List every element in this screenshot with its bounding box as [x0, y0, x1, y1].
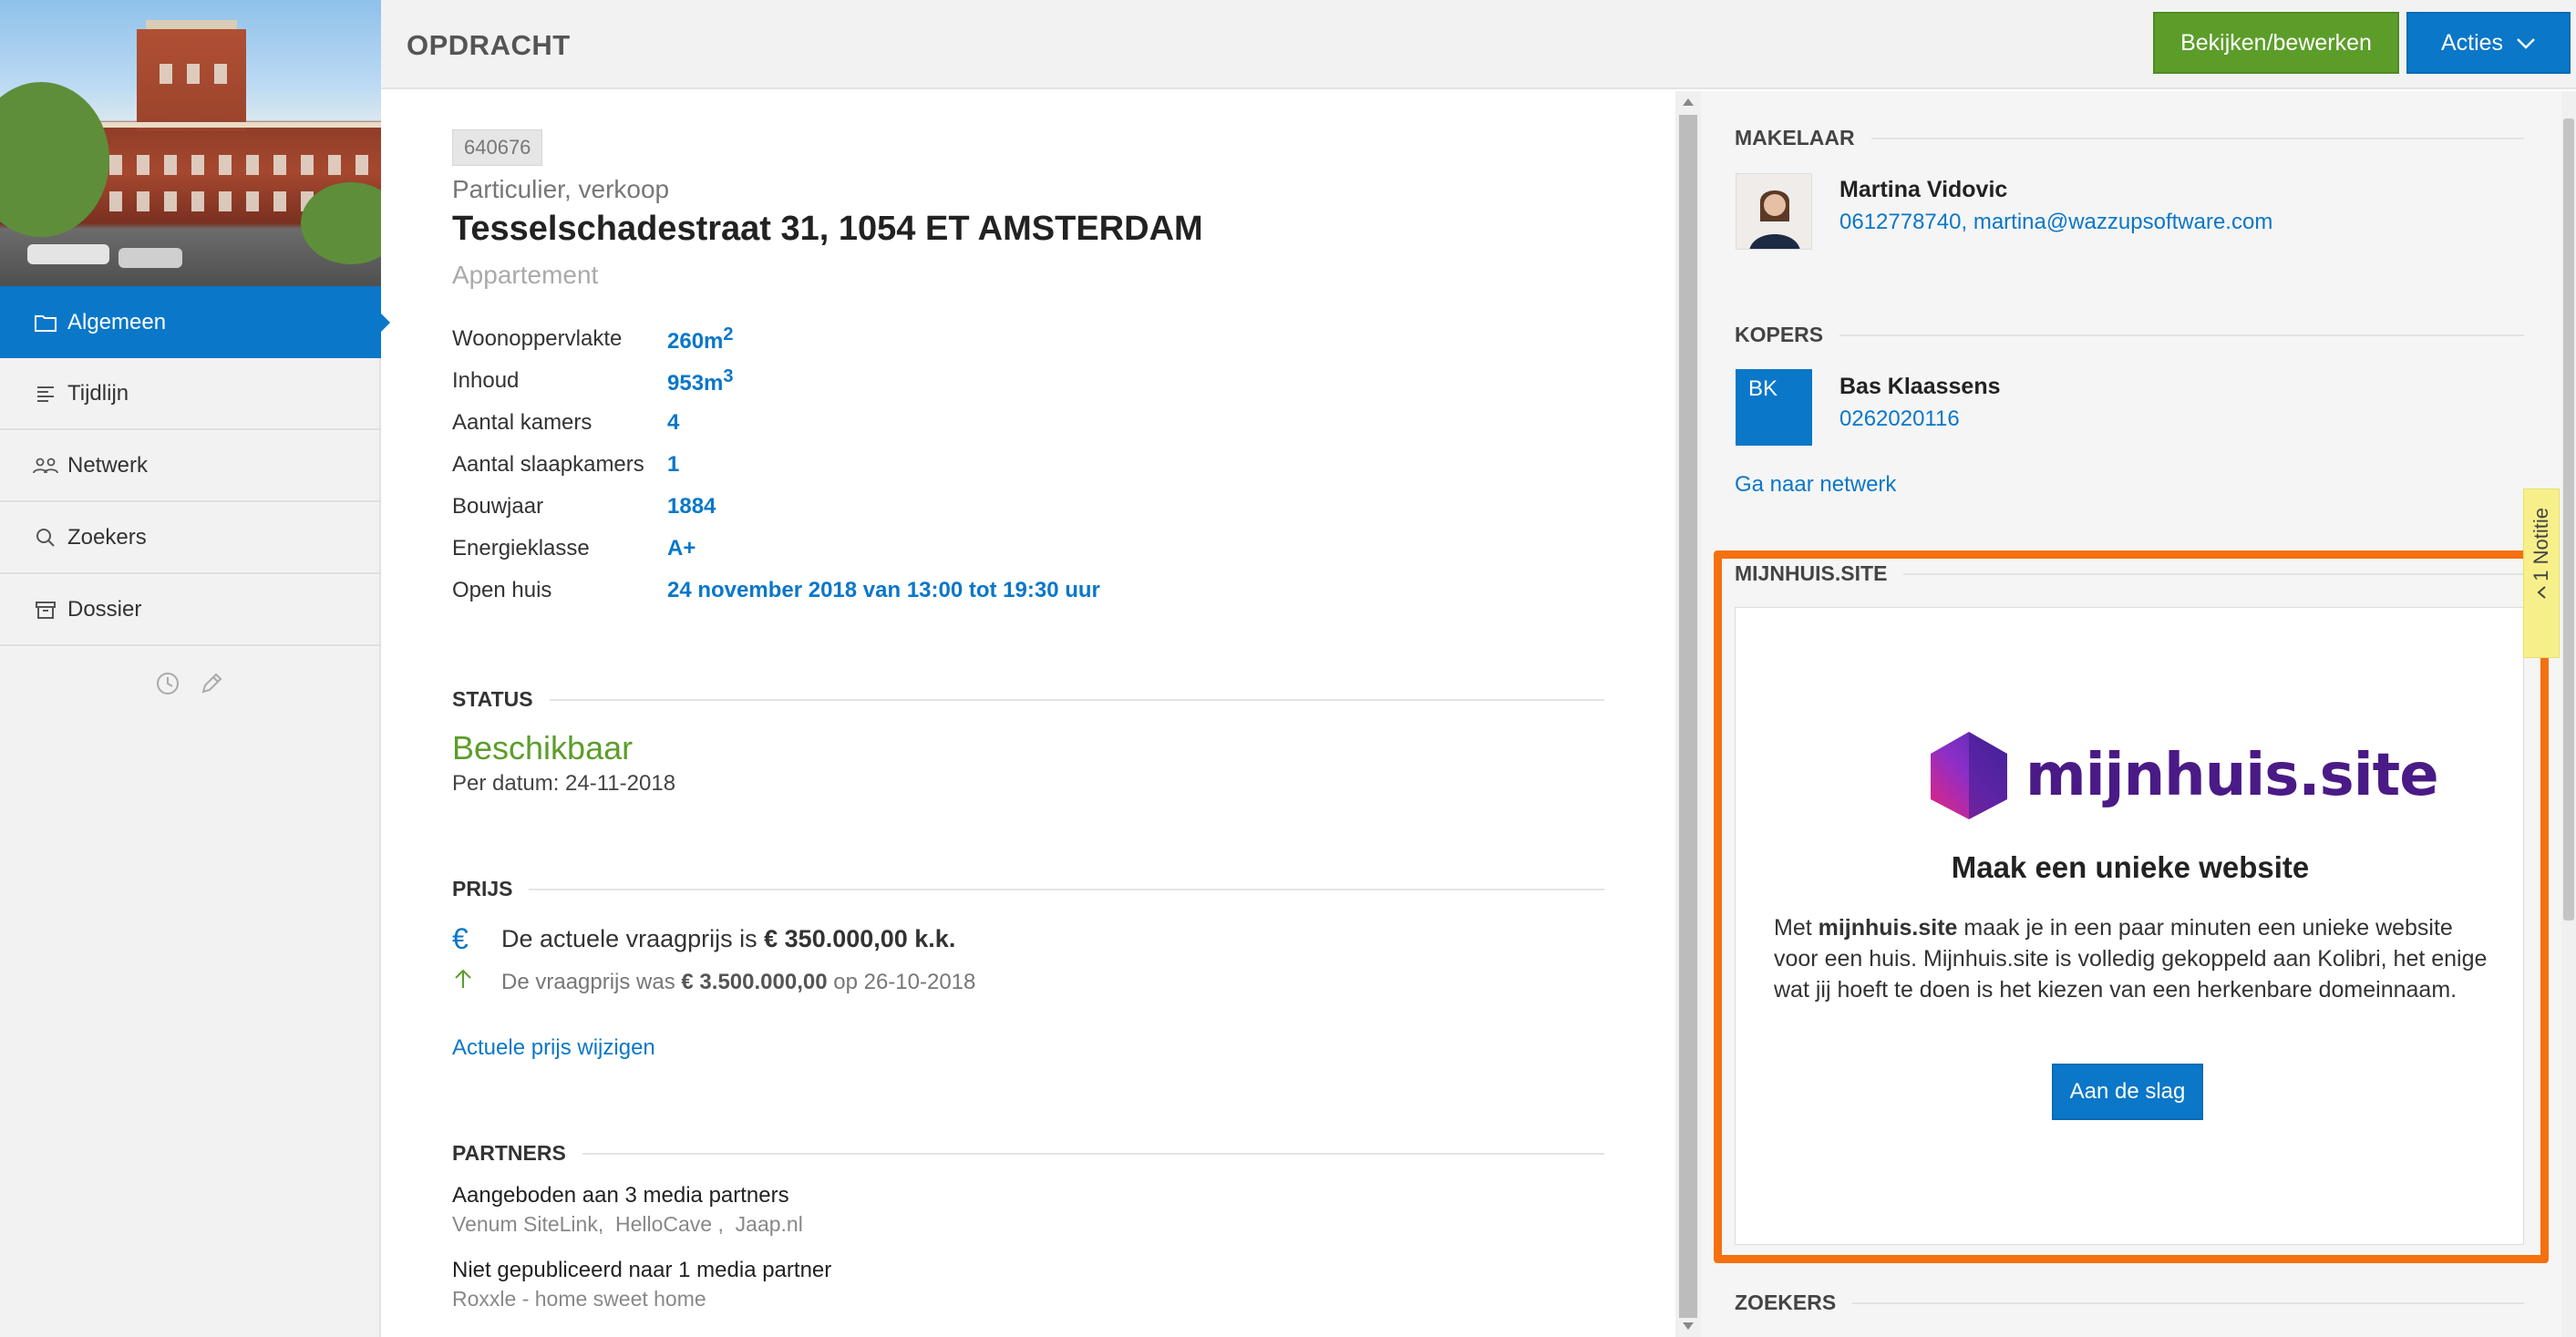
- property-row: Woonoppervlakte 260m2: [452, 321, 734, 357]
- property-label: Inhoud: [452, 368, 520, 393]
- buyer-phone-link[interactable]: 0262020116: [1839, 406, 1960, 432]
- agent-avatar: [1736, 173, 1812, 250]
- network-link[interactable]: Ga naar netwerk: [1735, 472, 1896, 498]
- status-value: Beschikbaar: [452, 729, 634, 766]
- mijnhuis-brand: mijnhuis.site: [2025, 742, 2439, 809]
- chevron-down-icon: [2516, 30, 2536, 57]
- property-label: Aantal slaapkamers: [452, 452, 644, 477]
- sidebar-item-label: Algemeen: [67, 309, 167, 334]
- property-label: Bouwjaar: [452, 494, 544, 519]
- sidebar-item-label: Netwerk: [67, 452, 149, 478]
- property-row: Open huis 24 november 2018 van 13:00 tot…: [452, 572, 1100, 609]
- chevron-left-icon: [2535, 585, 2548, 604]
- archive-icon: [33, 597, 58, 622]
- sidebar-tools: [155, 671, 224, 701]
- euro-icon: €: [452, 922, 469, 955]
- right-panel-scrollbar[interactable]: [2561, 91, 2576, 1337]
- status-date: Per datum: 24-11-2018: [452, 771, 676, 796]
- property-label: Open huis: [452, 578, 552, 602]
- arrow-up-icon: [452, 968, 501, 996]
- mijnhuis-logo: mijnhuis.site: [1927, 730, 2439, 821]
- partners-unpublished-title: Niet gepubliceerd naar 1 media partner: [452, 1258, 832, 1282]
- property-row: Aantal kamers 4: [452, 405, 679, 441]
- property-row: Bouwjaar 1884: [452, 489, 716, 525]
- property-value: 4: [667, 410, 680, 435]
- property-photo: [0, 0, 381, 286]
- property-value: 24 november 2018 van 13:00 tot 19:30 uur: [667, 578, 1100, 602]
- property-value: 1: [667, 452, 680, 477]
- sidebar-item-netwerk[interactable]: Netwerk: [0, 430, 381, 502]
- property-value: 260m2: [667, 324, 734, 354]
- price-heading: PRIJS: [452, 877, 1604, 901]
- property-label: Energieklasse: [452, 536, 590, 561]
- agent-heading: MAKELAAR: [1735, 126, 2524, 150]
- notice-tab[interactable]: 1 Notitie: [2523, 489, 2560, 658]
- people-icon: [33, 453, 58, 478]
- agent-phone-link[interactable]: 0612778740,: [1839, 210, 1967, 234]
- list-icon: [33, 381, 58, 406]
- buyers-heading: KOPERS: [1735, 323, 2524, 347]
- object-address: Tesselschadestraat 31, 1054 ET AMSTERDAM: [452, 210, 1203, 248]
- edit-icon[interactable]: [199, 671, 224, 701]
- actions-label: Acties: [2440, 29, 2504, 56]
- sidebar-item-tijdlijn[interactable]: Tijdlijn: [0, 358, 381, 430]
- current-price: € De actuele vraagprijs is € 350.000,00 …: [452, 922, 956, 955]
- main-scrollbar[interactable]: [1675, 91, 1701, 1337]
- partners-offered-list: Venum SiteLink, HelloCave , Jaap.nl: [452, 1212, 803, 1236]
- history-icon[interactable]: [155, 671, 180, 701]
- sidebar-item-label: Dossier: [67, 596, 142, 622]
- searchers-heading: ZOEKERS: [1735, 1291, 2524, 1315]
- mijnhuis-title: Maak een unieke website: [1951, 850, 2310, 884]
- property-value: A+: [667, 536, 696, 561]
- mijnhuis-heading: MIJNHUIS.SITE: [1735, 561, 2524, 586]
- sidebar-item-label: Zoekers: [67, 524, 147, 550]
- agent-name: Martina Vidovic: [1839, 177, 2008, 202]
- search-icon: [33, 525, 58, 550]
- buyer-avatar: BK: [1736, 369, 1812, 446]
- sidebar-item-algemeen[interactable]: Algemeen: [0, 286, 390, 358]
- sidebar: Algemeen Tijdlijn Netwerk Zoekers Dossie…: [0, 0, 390, 1337]
- property-row: Aantal slaapkamers 1: [452, 447, 679, 483]
- actions-dropdown-button[interactable]: Acties: [2406, 12, 2571, 74]
- main-content: 640676 Particulier, verkoop Tesselschade…: [383, 91, 1675, 1337]
- sidebar-item-dossier[interactable]: Dossier: [0, 574, 381, 646]
- edit-price-link[interactable]: Actuele prijs wijzigen: [452, 1035, 655, 1061]
- notice-tab-label: 1 Notitie: [2530, 508, 2552, 581]
- property-value: 953m3: [667, 365, 734, 396]
- object-id-badge: 640676: [452, 129, 543, 166]
- right-panel: MAKELAAR Martina Vidovic 0612778740, mar…: [1701, 91, 2561, 1337]
- mijnhuis-description: Met mijnhuis.site maak je in een paar mi…: [1774, 915, 2488, 1003]
- page-title: OPDRACHT: [407, 29, 571, 61]
- property-value: 1884: [667, 494, 716, 519]
- status-heading: STATUS: [452, 687, 1604, 712]
- agent-contact: 0612778740, martina@wazzupsoftware.com: [1839, 210, 2272, 235]
- folder-icon: [33, 310, 58, 335]
- mijnhuis-logo-icon: [1931, 732, 2007, 819]
- partners-heading: PARTNERS: [452, 1141, 1604, 1166]
- mijnhuis-promo-card: mijnhuis.site Maak een unieke website Me…: [1735, 607, 2524, 1245]
- page-header: OPDRACHT Bekijken/bewerken Acties: [381, 0, 2576, 89]
- sidebar-item-zoekers[interactable]: Zoekers: [0, 502, 381, 574]
- partners-unpublished-list: Roxxle - home sweet home: [452, 1287, 706, 1311]
- sidebar-item-label: Tijdlijn: [67, 380, 129, 406]
- agent-email-link[interactable]: martina@wazzupsoftware.com: [1973, 210, 2272, 234]
- property-label: Woonoppervlakte: [452, 326, 623, 351]
- property-label: Aantal kamers: [452, 410, 592, 435]
- buyer-name: Bas Klaassens: [1839, 374, 2001, 399]
- get-started-button[interactable]: Aan de slag: [2052, 1064, 2203, 1120]
- partners-offered-title: Aangeboden aan 3 media partners: [452, 1183, 789, 1208]
- view-edit-button[interactable]: Bekijken/bewerken: [2153, 12, 2399, 74]
- object-kind: Appartement: [452, 261, 599, 289]
- property-row: Inhoud 953m3: [452, 363, 734, 399]
- property-row: Energieklasse A+: [452, 530, 696, 567]
- object-type: Particulier, verkoop: [452, 175, 670, 203]
- previous-price: De vraagprijs was € 3.500.000,00 op 26-1…: [452, 968, 975, 996]
